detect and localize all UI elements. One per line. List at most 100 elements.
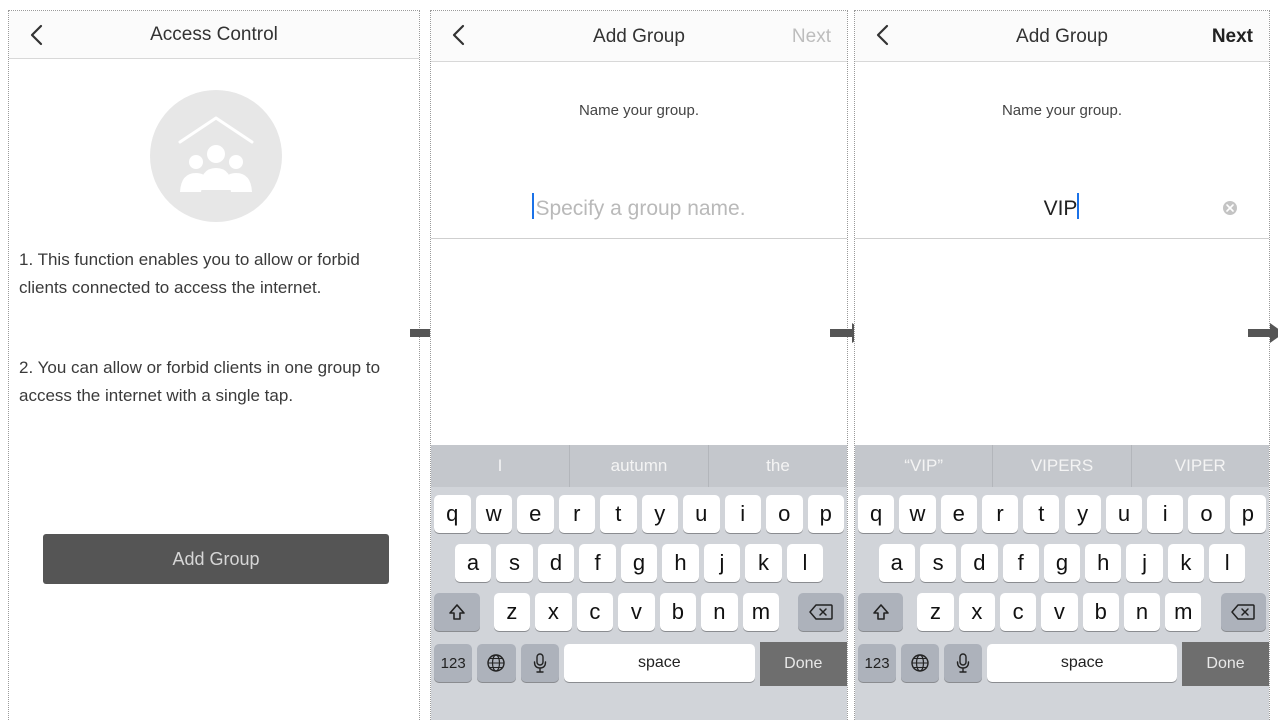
done-key[interactable]: Done	[1182, 642, 1269, 686]
space-key[interactable]: space	[563, 644, 755, 682]
microphone-icon	[533, 653, 546, 673]
page-title: Access Control	[150, 24, 278, 45]
key-z[interactable]: z	[917, 593, 954, 631]
shift-icon	[872, 604, 889, 620]
key-i[interactable]: i	[724, 495, 761, 533]
done-key[interactable]: Done	[759, 642, 847, 686]
key-a[interactable]: a	[878, 544, 915, 582]
shift-key[interactable]	[434, 593, 480, 631]
suggestion-item[interactable]: I	[431, 445, 570, 487]
space-key[interactable]: space	[987, 644, 1178, 682]
key-c[interactable]: c	[576, 593, 614, 631]
globe-icon	[487, 654, 506, 672]
key-p[interactable]: p	[1229, 495, 1266, 533]
key-d[interactable]: d	[537, 544, 575, 582]
key-x[interactable]: x	[958, 593, 995, 631]
access-control-screen: Access Control 1. This function enables …	[8, 10, 420, 720]
suggestion-bar: Iautumn the	[431, 445, 847, 487]
key-y[interactable]: y	[641, 495, 678, 533]
key-r[interactable]: r	[558, 495, 595, 533]
key-u[interactable]: u	[683, 495, 720, 533]
key-l[interactable]: l	[1209, 544, 1246, 582]
suggestion-bar: “VIP” VIPERS VIPER	[855, 445, 1269, 487]
nav-bar: Add Group Next	[855, 11, 1269, 62]
key-e[interactable]: e	[517, 495, 554, 533]
globe-key[interactable]	[477, 644, 516, 682]
next-button[interactable]: Next	[792, 11, 831, 62]
key-v[interactable]: v	[1041, 593, 1078, 631]
key-h[interactable]: h	[662, 544, 699, 582]
suggestion-item[interactable]: the	[709, 445, 847, 487]
key-f[interactable]: f	[579, 544, 616, 582]
add-group-screen-empty: Add Group Next Name your group. Specify …	[430, 10, 848, 720]
key-g[interactable]: g	[620, 544, 658, 582]
key-u[interactable]: u	[1105, 495, 1143, 533]
suggestion-item[interactable]: autumn	[570, 445, 709, 487]
group-name-input[interactable]: VIP	[855, 185, 1269, 239]
mic-key[interactable]	[520, 644, 559, 682]
numbers-key[interactable]: 123	[434, 644, 473, 682]
key-t[interactable]: t	[600, 495, 637, 533]
suggestion-item[interactable]: VIPERS	[993, 445, 1132, 487]
key-g[interactable]: g	[1043, 544, 1081, 582]
mic-key[interactable]	[944, 644, 983, 682]
key-f[interactable]: f	[1002, 544, 1039, 582]
key-w[interactable]: w	[475, 495, 512, 533]
key-h[interactable]: h	[1085, 544, 1122, 582]
key-b[interactable]: b	[1082, 593, 1119, 631]
key-j[interactable]: j	[703, 544, 741, 582]
suggestion-item[interactable]: “VIP”	[855, 445, 994, 487]
key-o[interactable]: o	[1188, 495, 1225, 533]
numbers-key[interactable]: 123	[858, 644, 897, 682]
globe-key[interactable]	[901, 644, 940, 682]
key-n[interactable]: n	[701, 593, 738, 631]
key-w[interactable]: w	[899, 495, 936, 533]
key-t[interactable]: t	[1023, 495, 1060, 533]
key-s[interactable]: s	[496, 544, 533, 582]
backspace-icon	[809, 604, 833, 620]
key-j[interactable]: j	[1126, 544, 1163, 582]
key-q[interactable]: q	[858, 495, 895, 533]
key-r[interactable]: r	[981, 495, 1019, 533]
key-x[interactable]: x	[535, 593, 572, 631]
key-z[interactable]: z	[493, 593, 531, 631]
key-e[interactable]: e	[940, 495, 977, 533]
microphone-icon	[957, 653, 970, 673]
group-name-input[interactable]: Specify a group name.	[431, 185, 847, 239]
key-a[interactable]: a	[454, 544, 492, 582]
key-n[interactable]: n	[1123, 593, 1161, 631]
keyboard: Iautumn the q w e r t y u i o p a s d f g h j k l z x c v b n m 123 D…	[431, 445, 847, 720]
group-name-value: VIP	[1043, 197, 1078, 220]
suggestion-item[interactable]: VIPER	[1132, 445, 1269, 487]
name-prompt: Name your group.	[578, 102, 700, 119]
clear-circle-icon[interactable]	[1221, 199, 1239, 217]
delete-key[interactable]	[798, 593, 844, 631]
key-m[interactable]: m	[1165, 593, 1202, 631]
group-name-placeholder: Specify a group name.	[535, 197, 746, 220]
key-k[interactable]: k	[745, 544, 782, 582]
shift-key[interactable]	[858, 593, 904, 631]
name-prompt: Name your group.	[1001, 102, 1123, 119]
key-k[interactable]: k	[1167, 544, 1205, 582]
add-group-button[interactable]: Add Group	[43, 534, 389, 584]
key-p[interactable]: p	[807, 495, 844, 533]
key-s[interactable]: s	[919, 544, 957, 582]
key-y[interactable]: y	[1064, 495, 1101, 533]
key-d[interactable]: d	[961, 544, 998, 582]
delete-key[interactable]	[1220, 593, 1266, 631]
shift-icon	[449, 604, 465, 620]
key-i[interactable]: i	[1147, 495, 1184, 533]
group-home-icon	[150, 90, 282, 222]
text-caret	[1077, 193, 1080, 219]
key-v[interactable]: v	[618, 593, 655, 631]
key-c[interactable]: c	[999, 593, 1037, 631]
key-b[interactable]: b	[659, 593, 697, 631]
key-q[interactable]: q	[434, 495, 471, 533]
key-l[interactable]: l	[786, 544, 824, 582]
key-m[interactable]: m	[742, 593, 780, 631]
nav-bar: Add Group Next	[431, 11, 847, 62]
key-o[interactable]: o	[766, 495, 803, 533]
keyboard: “VIP” VIPERS VIPER q w e r t y u i o p a s d f g h j k l z x c v b…	[855, 445, 1269, 720]
next-button[interactable]: Next	[1212, 11, 1253, 62]
nav-bar: Access Control	[9, 11, 419, 59]
